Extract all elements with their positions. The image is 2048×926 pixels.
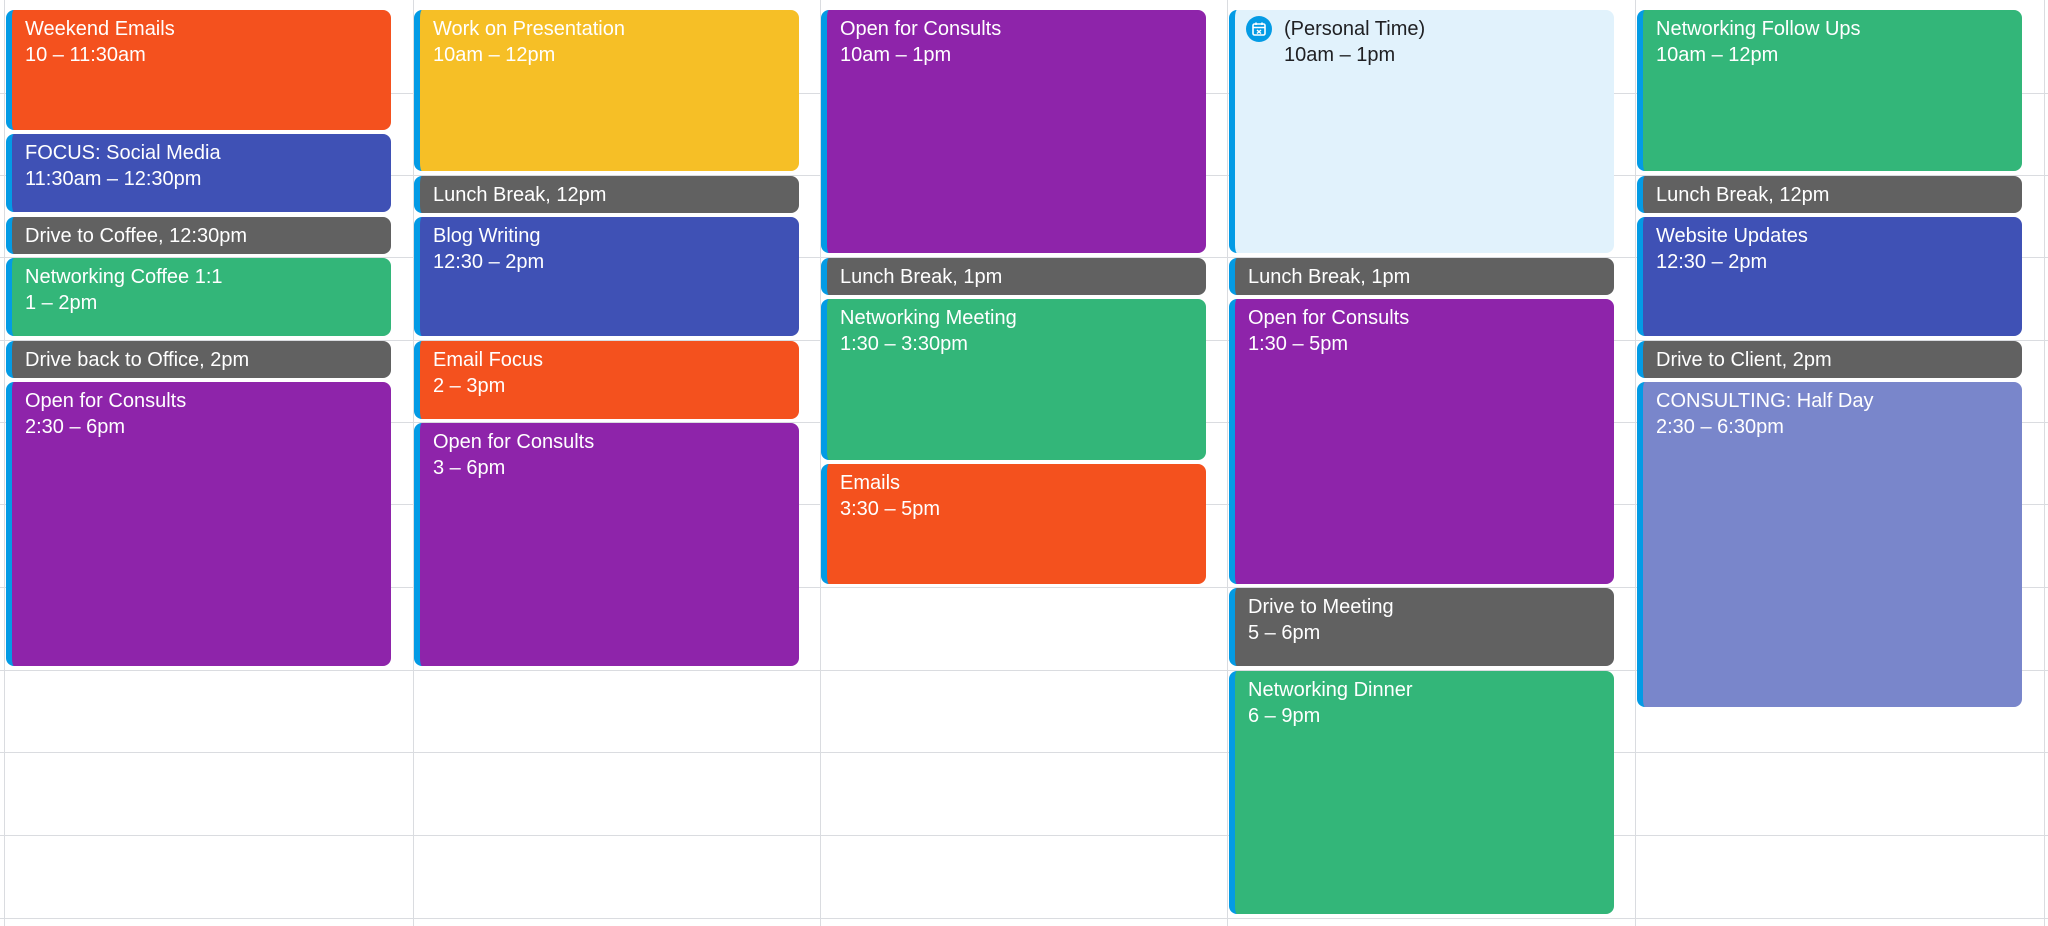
event-drive-to-meeting[interactable]: Drive to Meeting 5 – 6pm [1229, 588, 1614, 666]
event-time: 12:30 – 2pm [433, 251, 545, 273]
event-title: Networking Coffee 1:1 [25, 266, 223, 288]
event-title: CONSULTING: Half Day [1656, 390, 1874, 412]
event-time: 12:30 – 2pm [1656, 251, 1768, 273]
event-drive-to-coffee[interactable]: Drive to Coffee, 12:30pm [6, 217, 391, 254]
event-time: 2pm [1792, 349, 1832, 371]
event-blog-writing[interactable]: Blog Writing 12:30 – 2pm [414, 217, 799, 336]
event-networking-coffee-1-1[interactable]: Networking Coffee 1:1 1 – 2pm [6, 258, 391, 336]
hour-gridline [0, 835, 2048, 836]
event-title: Weekend Emails [25, 18, 175, 40]
event-time: 10 – 11:30am [25, 44, 146, 66]
event-title: Open for Consults [840, 18, 1002, 40]
event-time: 1pm [1371, 266, 1411, 288]
event-consulting-half-day[interactable]: CONSULTING: Half Day 2:30 – 6:30pm [1637, 382, 2022, 707]
event-networking-follow-ups[interactable]: Networking Follow Ups 10am – 12pm [1637, 10, 2022, 171]
event-title: Open for Consults [25, 390, 187, 412]
event-title: Lunch Break, [840, 266, 958, 288]
event-time: 2:30 – 6pm [25, 416, 126, 438]
calendar-grid: Weekend Emails 10 – 11:30am FOCUS: Social … [0, 0, 2048, 926]
event-title: Open for Consults [1248, 307, 1410, 329]
event-title: Emails [840, 472, 901, 494]
event-title: Networking Meeting [840, 307, 1017, 329]
event-time: 5 – 6pm [1248, 622, 1321, 644]
day-divider [1635, 0, 1636, 926]
event-lunch-break[interactable]: Lunch Break, 12pm [1637, 176, 2022, 213]
event-time: 6 – 9pm [1248, 705, 1321, 727]
event-title: Open for Consults [433, 431, 595, 453]
event-email-focus[interactable]: Email Focus 2 – 3pm [414, 341, 799, 419]
event-weekend-emails[interactable]: Weekend Emails 10 – 11:30am [6, 10, 391, 130]
event-title: FOCUS: Social Media [25, 142, 221, 164]
event-title: Website Updates [1656, 225, 1808, 247]
event-website-updates[interactable]: Website Updates 12:30 – 2pm [1637, 217, 2022, 336]
event-lunch-break[interactable]: Lunch Break, 1pm [1229, 258, 1614, 295]
event-time: 12pm [1779, 184, 1830, 206]
event-title: Drive to Client, [1656, 349, 1788, 371]
event-time: 10am – 12pm [433, 44, 556, 66]
event-title: Blog Writing [433, 225, 541, 247]
event-networking-dinner[interactable]: Networking Dinner 6 – 9pm [1229, 671, 1614, 914]
event-networking-meeting[interactable]: Networking Meeting 1:30 – 3:30pm [821, 299, 1206, 460]
event-open-for-consults[interactable]: Open for Consults 2:30 – 6pm [6, 382, 391, 666]
event-title: Email Focus [433, 349, 544, 371]
event-title: Lunch Break, [1248, 266, 1366, 288]
event-open-for-consults[interactable]: Open for Consults 1:30 – 5pm [1229, 299, 1614, 584]
event-personal-time[interactable]: (Personal Time) 10am – 1pm [1229, 10, 1614, 253]
event-time: 1:30 – 3:30pm [840, 333, 968, 355]
event-time: 12:30pm [169, 225, 247, 247]
day-divider [2044, 0, 2045, 926]
event-title: Drive to Coffee, [25, 225, 164, 247]
event-time: 10am – 12pm [1656, 44, 1779, 66]
event-title: Networking Follow Ups [1656, 18, 1861, 40]
event-time: 3 – 6pm [433, 457, 506, 479]
event-time: 2 – 3pm [433, 375, 506, 397]
event-title: Work on Presentation [433, 18, 625, 40]
event-title: Lunch Break, [433, 184, 551, 206]
event-time: 10am – 1pm [1284, 44, 1396, 66]
event-time: 1:30 – 5pm [1248, 333, 1349, 355]
hour-gridline [0, 918, 2048, 919]
event-open-for-consults[interactable]: Open for Consults 3 – 6pm [414, 423, 799, 666]
event-focus-social-media[interactable]: FOCUS: Social Media 11:30am – 12:30pm [6, 134, 391, 212]
calendar-icon [1246, 16, 1272, 42]
event-emails[interactable]: Emails 3:30 – 5pm [821, 464, 1206, 584]
day-divider [4, 0, 5, 926]
event-time: 3:30 – 5pm [840, 498, 941, 520]
event-time: 10am – 1pm [840, 44, 952, 66]
event-lunch-break[interactable]: Lunch Break, 1pm [821, 258, 1206, 295]
event-title: Networking Dinner [1248, 679, 1413, 701]
event-title: Drive back to Office, [25, 349, 205, 371]
event-time: 12pm [556, 184, 607, 206]
event-time: 11:30am – 12:30pm [25, 168, 202, 190]
event-lunch-break[interactable]: Lunch Break, 12pm [414, 176, 799, 213]
event-time: 2pm [210, 349, 250, 371]
day-divider [1227, 0, 1228, 926]
hour-gridline [0, 752, 2048, 753]
event-time: 1pm [963, 266, 1003, 288]
event-drive-to-client[interactable]: Drive to Client, 2pm [1637, 341, 2022, 378]
event-title: (Personal Time) [1284, 18, 1426, 40]
event-work-on-presentation[interactable]: Work on Presentation 10am – 12pm [414, 10, 799, 171]
event-time: 1 – 2pm [25, 292, 98, 314]
event-drive-back-to-office[interactable]: Drive back to Office, 2pm [6, 341, 391, 378]
event-title: Lunch Break, [1656, 184, 1774, 206]
event-time: 2:30 – 6:30pm [1656, 416, 1784, 438]
event-open-for-consults[interactable]: Open for Consults 10am – 1pm [821, 10, 1206, 253]
event-title: Drive to Meeting [1248, 596, 1394, 618]
